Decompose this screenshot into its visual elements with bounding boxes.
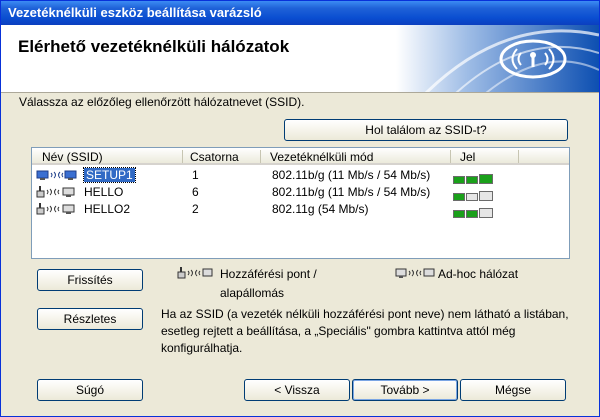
- where-ssid-button[interactable]: Hol találom az SSID-t?: [284, 119, 568, 141]
- wizard-window: Vezetéknélküli eszköz beállítása varázsl…: [0, 0, 600, 417]
- column-ssid[interactable]: Név (SSID): [42, 150, 103, 164]
- help-button[interactable]: Súgó: [37, 379, 143, 401]
- access-point-icon: [177, 267, 213, 279]
- row-mode: 802.11b/g (11 Mb/s / 54 Mb/s): [272, 185, 431, 199]
- instruction-text: Válassza az előzőleg ellenőrzött hálózat…: [19, 95, 305, 109]
- next-button[interactable]: Tovább >: [352, 379, 458, 401]
- row-ssid: HELLO2: [84, 202, 131, 216]
- row-ssid: HELLO: [84, 185, 124, 199]
- column-signal[interactable]: Jel: [460, 150, 475, 164]
- row-channel: 6: [192, 185, 199, 199]
- row-channel: 2: [192, 202, 199, 216]
- cancel-button[interactable]: Mégse: [460, 379, 566, 401]
- signal-strength-icon: [453, 170, 494, 184]
- table-row[interactable]: SETUP1 1 802.11b/g (11 Mb/s / 54 Mb/s): [32, 167, 569, 184]
- page-title: Elérhető vezetéknélküli hálózatok: [18, 37, 290, 56]
- table-row[interactable]: HELLO 6 802.11b/g (11 Mb/s / 54 Mb/s): [32, 184, 569, 201]
- network-list[interactable]: Név (SSID) Csatorna Vezetéknélküli mód J…: [31, 147, 570, 259]
- adhoc-network-icon: [36, 170, 77, 180]
- access-point-icon: [36, 186, 75, 198]
- legend-adhoc: Ad-hoc hálózat: [438, 267, 519, 281]
- signal-strength-icon: [453, 187, 494, 201]
- column-channel[interactable]: Csatorna: [190, 150, 239, 164]
- help-description: Ha az SSID (a vezeték nélküli hozzáférés…: [161, 307, 569, 355]
- title-bar: Vezetéknélküli eszköz beállítása varázsl…: [1, 1, 599, 25]
- adhoc-network-icon: [395, 268, 435, 278]
- legend-access-point-line2: alapállomás: [220, 286, 285, 300]
- row-mode: 802.11b/g (11 Mb/s / 54 Mb/s): [272, 168, 431, 182]
- row-ssid: SETUP1: [83, 167, 136, 183]
- details-button[interactable]: Részletes: [37, 308, 143, 330]
- header-banner: Elérhető vezetéknélküli hálózatok: [1, 25, 599, 93]
- list-header: Név (SSID) Csatorna Vezetéknélküli mód J…: [32, 148, 569, 165]
- wifi-logo-icon: [396, 25, 599, 92]
- signal-strength-icon: [453, 204, 494, 218]
- row-mode: 802.11g (54 Mb/s): [272, 202, 369, 216]
- refresh-button[interactable]: Frissítés: [37, 269, 143, 291]
- access-point-icon: [36, 203, 75, 215]
- table-row[interactable]: HELLO2 2 802.11g (54 Mb/s): [32, 201, 569, 218]
- legend-access-point: Hozzáférési pont /: [220, 267, 317, 281]
- column-mode[interactable]: Vezetéknélküli mód: [270, 150, 373, 164]
- row-channel: 1: [192, 168, 199, 182]
- back-button[interactable]: < Vissza: [244, 379, 350, 401]
